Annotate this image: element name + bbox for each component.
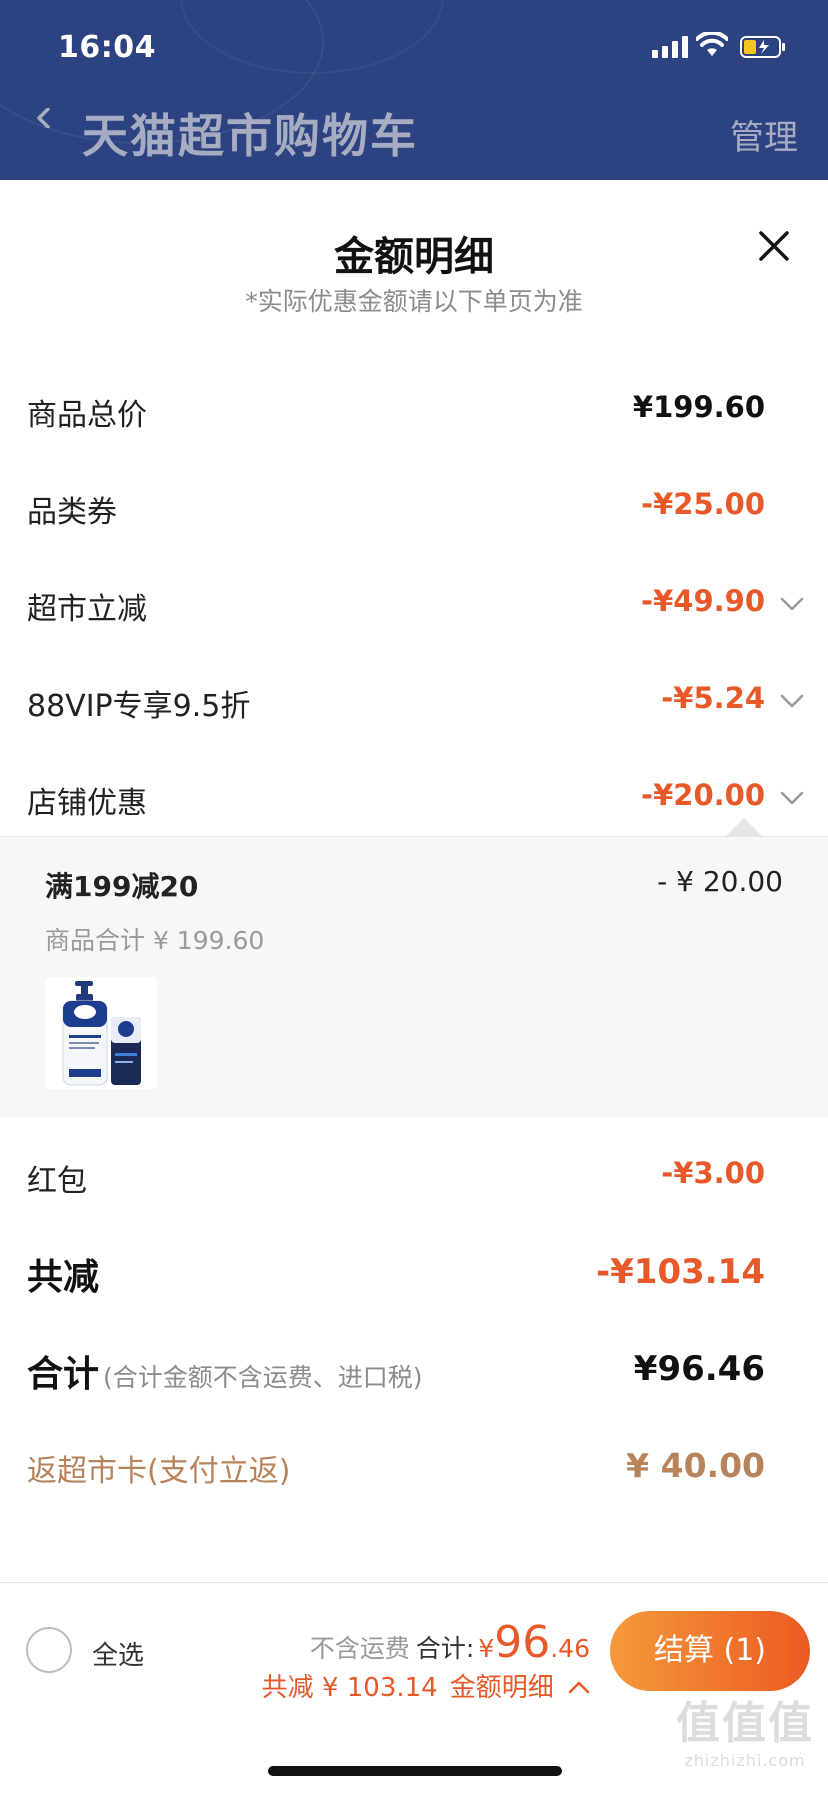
row-label: 品类券 xyxy=(27,495,117,530)
product-image xyxy=(45,977,157,1089)
row-value: -¥49.90 xyxy=(641,584,765,618)
signal-icon xyxy=(652,34,688,58)
wifi-icon xyxy=(696,32,728,56)
select-all-radio[interactable] xyxy=(26,1627,72,1673)
row-value: -¥103.14 xyxy=(596,1252,765,1292)
row-cashback: 返超市卡(支付立返) ¥ 40.00 xyxy=(0,1436,828,1496)
amount-detail-toggle[interactable]: 金额明细 xyxy=(450,1673,590,1703)
row-store-discount[interactable]: 店铺优惠 -¥20.00 xyxy=(0,768,828,828)
promo-subtotal: 商品合计 ¥ 199.60 xyxy=(45,926,265,955)
watermark: 值值值 zhizhizhi.com xyxy=(676,1687,814,1770)
back-icon[interactable] xyxy=(34,108,54,128)
total-integer: 96 xyxy=(494,1617,551,1668)
amount-detail-label: 金额明细 xyxy=(449,1673,554,1703)
status-time: 16:04 xyxy=(58,30,156,65)
row-market-discount[interactable]: 超市立减 -¥49.90 xyxy=(0,574,828,634)
sheet-title: 金额明细 xyxy=(334,234,494,280)
row-value: -¥3.00 xyxy=(661,1156,765,1190)
chevron-down-icon[interactable] xyxy=(780,790,804,806)
no-shipping-label: 不含运费 xyxy=(309,1634,410,1663)
total-label: 合计: xyxy=(415,1634,475,1663)
row-label: 超市立减 xyxy=(27,592,147,627)
saved-amount: 共减 ¥ 103.14 xyxy=(261,1673,438,1703)
row-value: ¥ 40.00 xyxy=(626,1446,765,1485)
chevron-up-icon xyxy=(568,1681,590,1694)
row-label: 商品总价 xyxy=(27,398,147,433)
row-value: -¥20.00 xyxy=(641,778,765,812)
row-value: ¥199.60 xyxy=(632,390,765,424)
checkout-button[interactable]: 结算 (1) xyxy=(610,1611,810,1691)
close-icon[interactable] xyxy=(756,228,792,264)
row-red-packet: 红包 -¥3.00 xyxy=(0,1146,828,1206)
subtotal-label: 合计 xyxy=(27,1354,100,1395)
top-header: 16:04 天猫超市购物车 管理 xyxy=(0,0,828,180)
row-label: 88VIP专享9.5折 xyxy=(27,689,251,724)
product-thumbnail[interactable] xyxy=(45,977,157,1089)
sheet-subtitle: *实际优惠金额请以下单页为准 xyxy=(245,287,583,316)
row-vip-discount[interactable]: 88VIP专享9.5折 -¥5.24 xyxy=(0,671,828,731)
panel-pointer xyxy=(726,818,762,836)
saved-summary: 共减 ¥ 103.14 金额明细 xyxy=(262,1667,590,1704)
chevron-down-icon[interactable] xyxy=(780,596,804,612)
manage-button[interactable]: 管理 xyxy=(730,110,798,159)
row-value: ¥96.46 xyxy=(633,1349,765,1389)
store-promo-panel: 满199减20 - ¥ 20.00 商品合计 ¥ 199.60 xyxy=(0,836,828,1117)
chevron-down-icon[interactable] xyxy=(780,693,804,709)
row-label: 共减 xyxy=(27,1257,100,1298)
row-total-saved: 共减 -¥103.14 xyxy=(0,1242,828,1302)
row-value: -¥25.00 xyxy=(641,487,765,521)
watermark-logo: 值值值 xyxy=(676,1698,814,1749)
currency-symbol: ¥ xyxy=(478,1634,495,1663)
row-label: 返超市卡(支付立返) xyxy=(27,1454,291,1489)
row-subtotal: 合计 (合计金额不含运费、进口税) ¥96.46 xyxy=(0,1339,828,1399)
promo-amount: - ¥ 20.00 xyxy=(657,865,783,898)
select-all-label[interactable]: 全选 xyxy=(92,1635,144,1672)
row-label: 红包 xyxy=(27,1164,87,1199)
battery-icon xyxy=(740,36,785,58)
row-label: 合计 (合计金额不含运费、进口税) xyxy=(27,1345,423,1397)
promo-title: 满199减20 xyxy=(45,870,199,903)
subtotal-note: (合计金额不含运费、进口税) xyxy=(103,1363,423,1392)
row-label: 店铺优惠 xyxy=(27,786,147,821)
row-category-coupon: 品类券 -¥25.00 xyxy=(0,477,828,537)
row-goods-total: 商品总价 ¥199.60 xyxy=(0,380,828,440)
page-title: 天猫超市购物车 xyxy=(82,109,418,163)
home-indicator[interactable] xyxy=(268,1766,562,1776)
total-decimal: .46 xyxy=(550,1634,590,1663)
total-summary: 不含运费 合计: ¥96.46 xyxy=(310,1617,590,1668)
watermark-url: zhizhizhi.com xyxy=(684,1751,806,1770)
row-value: -¥5.24 xyxy=(661,681,765,715)
